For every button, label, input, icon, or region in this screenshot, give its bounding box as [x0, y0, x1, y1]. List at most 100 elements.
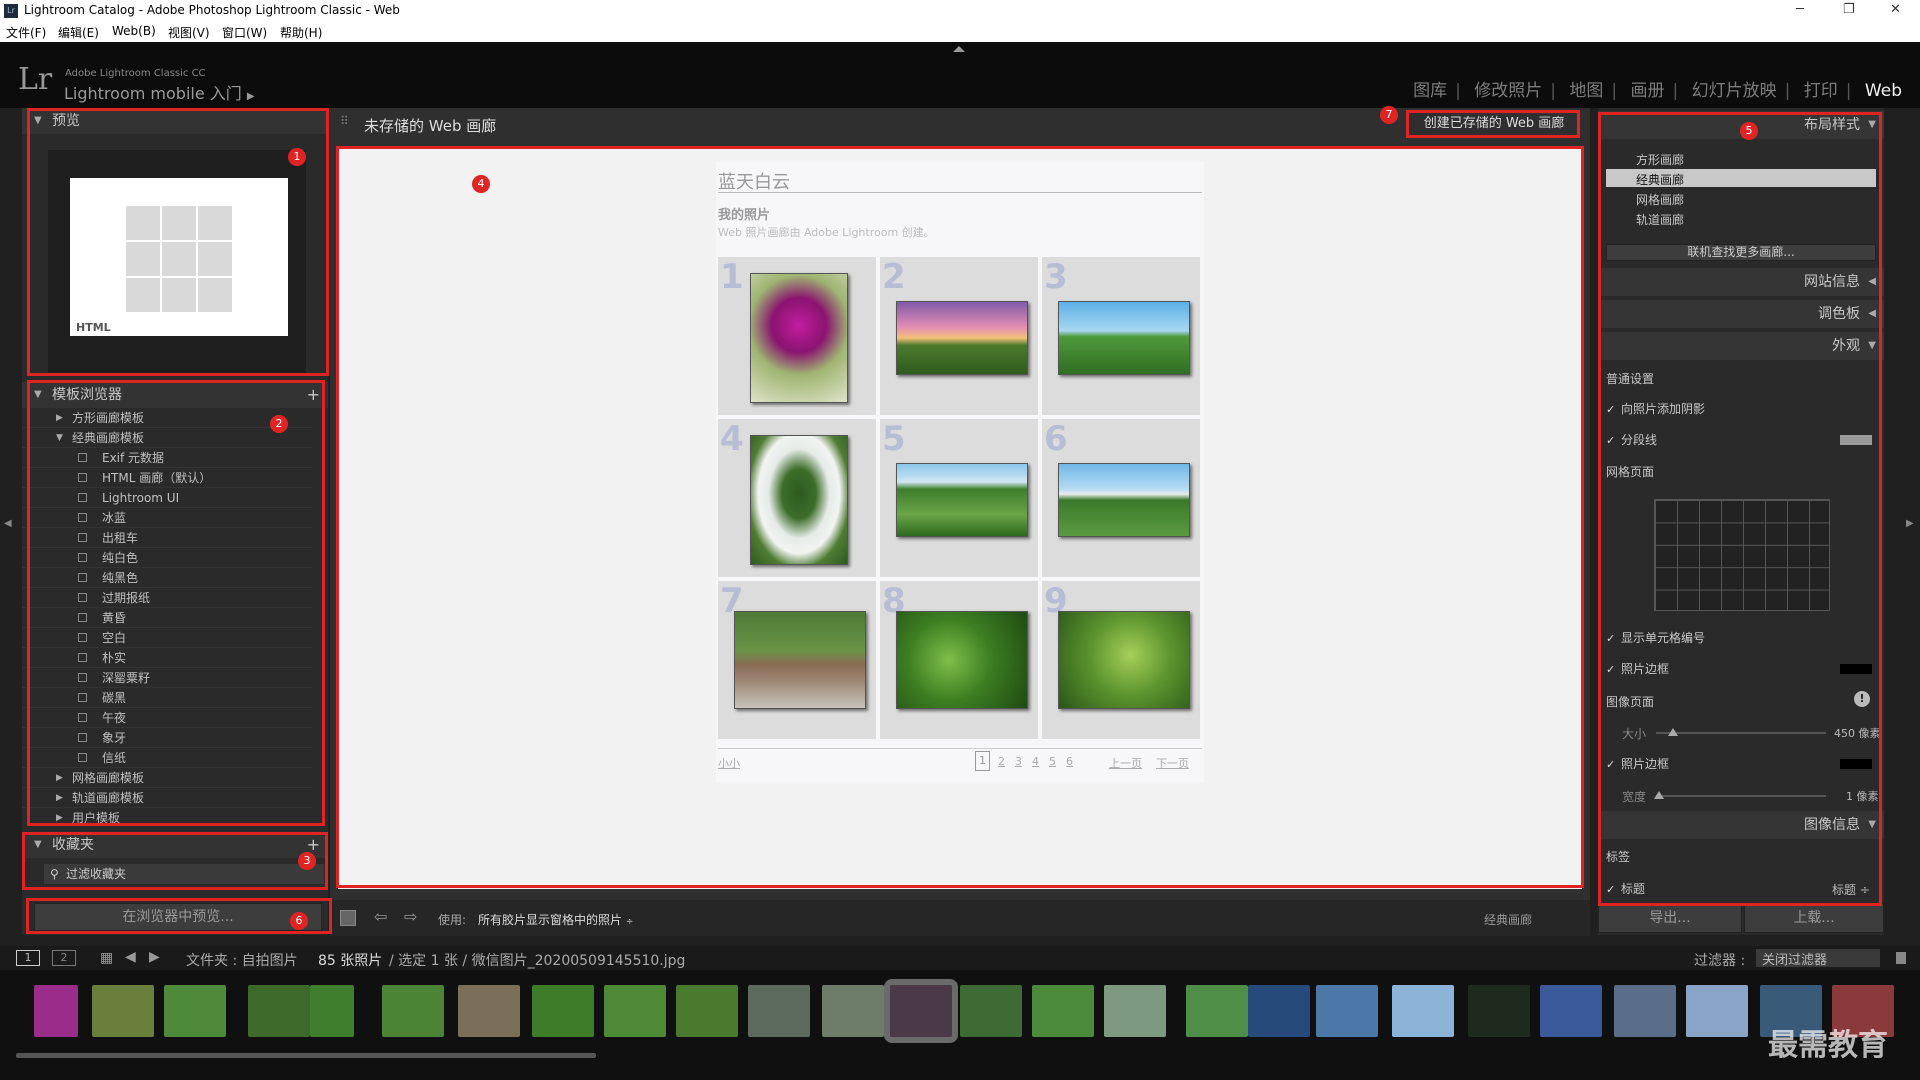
template-item[interactable]: ▶ 用户模板	[22, 808, 312, 823]
color-palette-header[interactable]: 调色板 ◀	[1598, 300, 1884, 328]
filmstrip-thumbnail[interactable]	[532, 985, 594, 1037]
forward-icon[interactable]: ▶	[149, 949, 160, 965]
photo-flower[interactable]	[750, 273, 848, 403]
photo-field-person[interactable]	[1058, 301, 1190, 375]
grid-view-icon[interactable]: ▦	[100, 950, 113, 966]
filmstrip-thumbnail[interactable]	[1468, 985, 1530, 1037]
collapse-top-arrow-icon[interactable]	[953, 46, 965, 52]
photo-wall-road[interactable]	[734, 611, 866, 709]
module-develop[interactable]: 修改照片	[1474, 81, 1542, 101]
grid-cell-6[interactable]: 6	[1042, 419, 1200, 577]
template-item[interactable]: 朴实	[22, 648, 312, 668]
template-item[interactable]: Exif 元数据	[22, 448, 312, 468]
grid-cell-5[interactable]: 5	[880, 419, 1038, 577]
filmstrip-thumbnail[interactable]	[34, 985, 78, 1037]
template-item[interactable]: 象牙	[22, 728, 312, 748]
template-item[interactable]: 碳黑	[22, 688, 312, 708]
filmstrip-thumbnail[interactable]	[1686, 985, 1748, 1037]
filmstrip-thumbnail[interactable]	[604, 985, 666, 1037]
photo-sunset-people[interactable]	[896, 301, 1028, 375]
filmstrip-thumbnail[interactable]	[458, 985, 520, 1037]
mobile-get-started[interactable]: Lightroom mobile 入门 ▶	[64, 80, 255, 104]
folder-collapsed-icon[interactable]: ▶	[56, 788, 63, 808]
width-slider-knob[interactable]	[1654, 791, 1664, 799]
source-folder[interactable]: 文件夹 : 自拍图片	[186, 950, 298, 970]
collections-header[interactable]: ▼ 收藏夹 +	[22, 832, 328, 858]
filmstrip-thumbnail[interactable]	[822, 985, 884, 1037]
page-link-1[interactable]: 1	[975, 751, 990, 771]
forward-arrow-icon[interactable]: ⇨	[404, 907, 417, 926]
prev-page-link[interactable]: 上一页	[1109, 755, 1142, 771]
grid-cell-1[interactable]: 1	[718, 257, 876, 415]
module-book[interactable]: 画册	[1631, 81, 1665, 101]
page-link-2[interactable]: 2	[998, 755, 1005, 768]
module-web[interactable]: Web	[1865, 81, 1902, 101]
grid-cell-8[interactable]: 8	[880, 581, 1038, 739]
add-template-icon[interactable]: +	[307, 382, 320, 408]
template-item[interactable]: Lightroom UI	[22, 488, 312, 508]
page-link-5[interactable]: 5	[1049, 755, 1056, 768]
secondary-window-button[interactable]: 2	[52, 950, 76, 966]
template-item[interactable]: 深罂粟籽	[22, 668, 312, 688]
left-panel-toggle-icon[interactable]: ◀	[4, 518, 12, 529]
photo-borders-color-swatch[interactable]	[1840, 664, 1872, 674]
folder-collapsed-icon[interactable]: ▶	[56, 808, 63, 823]
template-item[interactable]: ▼ 经典画廊模板	[22, 428, 312, 448]
photo-tree[interactable]	[750, 435, 848, 565]
filmstrip-thumbnail[interactable]	[1032, 985, 1094, 1037]
page-link-3[interactable]: 3	[1015, 755, 1022, 768]
filmstrip-thumbnail[interactable]	[1316, 985, 1378, 1037]
filmstrip-thumbnail[interactable]	[248, 985, 310, 1037]
photo-leaves[interactable]	[896, 611, 1028, 709]
module-print[interactable]: 打印	[1804, 81, 1838, 101]
filmstrip-thumbnail[interactable]	[1248, 985, 1310, 1037]
template-item[interactable]: ▶ 轨道画廊模板	[22, 788, 312, 808]
photo-borders2-checkbox[interactable]: ✓ 照片边框	[1606, 755, 1669, 772]
grid-cell-9[interactable]: 9	[1042, 581, 1200, 739]
appearance-header[interactable]: 外观 ▼	[1598, 332, 1884, 360]
template-item[interactable]: 冰蓝	[22, 508, 312, 528]
grid-cell-7[interactable]: 7	[718, 581, 876, 739]
module-map[interactable]: 地图	[1569, 81, 1603, 101]
menu-file[interactable]: 文件(F)	[6, 24, 46, 41]
filmstrip-thumbnail[interactable]	[1104, 985, 1166, 1037]
right-panel-toggle-icon[interactable]: ▶	[1906, 518, 1914, 529]
filter-dropdown[interactable]: 关闭过滤器	[1756, 949, 1880, 968]
filmstrip-thumbnail[interactable]	[748, 985, 810, 1037]
folder-collapsed-icon[interactable]: ▶	[56, 768, 63, 788]
restore-button[interactable]: ❐	[1843, 2, 1855, 17]
photo-tea-field[interactable]	[896, 463, 1028, 537]
photo-borders2-color-swatch[interactable]	[1840, 759, 1872, 769]
filmstrip-thumbnail[interactable]	[1614, 985, 1676, 1037]
menu-web[interactable]: Web(B)	[112, 24, 156, 38]
filter-lock-icon[interactable]	[1896, 952, 1906, 964]
layout-track[interactable]: 轨道画廊	[1636, 211, 1684, 228]
size-slider-knob[interactable]	[1668, 728, 1678, 736]
template-item[interactable]: 纯白色	[22, 548, 312, 568]
back-arrow-icon[interactable]: ⇦	[374, 907, 387, 926]
grid-size-selector[interactable]	[1654, 499, 1830, 611]
filmstrip-thumbnail[interactable]	[164, 985, 226, 1037]
filmstrip-thumbnail[interactable]	[884, 979, 958, 1043]
info-icon[interactable]: !	[1854, 691, 1870, 707]
title-checkbox[interactable]: ✓ 标题	[1606, 880, 1645, 897]
next-page-link[interactable]: 下一页	[1156, 755, 1189, 771]
template-item[interactable]: 空白	[22, 628, 312, 648]
filmstrip-thumbnail[interactable]	[960, 985, 1022, 1037]
contact-link[interactable]: 小小	[718, 755, 740, 771]
back-icon[interactable]: ◀	[125, 949, 136, 965]
page-link-6[interactable]: 6	[1066, 755, 1073, 768]
filter-collections-field[interactable]: ⚲ 过滤收藏夹	[44, 864, 324, 884]
filmstrip-thumbnail[interactable]	[1392, 985, 1454, 1037]
close-button[interactable]: ✕	[1890, 2, 1901, 17]
add-shadow-checkbox[interactable]: ✓ 向照片添加阴影	[1606, 400, 1705, 417]
stop-icon[interactable]	[340, 910, 356, 926]
show-cell-numbers-checkbox[interactable]: ✓ 显示单元格编号	[1606, 629, 1705, 646]
primary-window-button[interactable]: 1	[16, 950, 40, 966]
template-item[interactable]: HTML 画廊（默认）	[22, 468, 312, 488]
upload-button[interactable]: 上载...	[1744, 903, 1884, 933]
folder-expanded-icon[interactable]: ▼	[56, 428, 63, 448]
section-lines-color-swatch[interactable]	[1840, 435, 1872, 445]
preview-in-browser-button[interactable]: 在浏览器中预览...	[34, 903, 322, 931]
layout-grid[interactable]: 网格画廊	[1636, 191, 1684, 208]
